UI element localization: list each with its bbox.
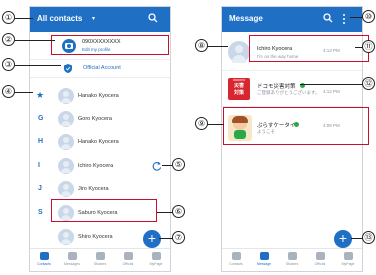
divider bbox=[30, 59, 170, 60]
callout-line bbox=[159, 238, 173, 239]
new-message-button[interactable]: + bbox=[334, 230, 352, 248]
add-contact-button[interactable]: + bbox=[143, 230, 161, 248]
avatar bbox=[58, 229, 74, 245]
nav-contacts[interactable]: Contacts bbox=[222, 252, 250, 266]
callout-line bbox=[15, 40, 55, 41]
callout-line bbox=[206, 46, 228, 47]
nav-official[interactable]: Official bbox=[114, 252, 142, 266]
nav-official[interactable]: Official bbox=[306, 252, 334, 266]
callout-9: ⑨ bbox=[195, 117, 208, 130]
sticker-icon bbox=[287, 252, 297, 260]
nav-stickers[interactable]: Stickers bbox=[86, 252, 114, 266]
callout-line bbox=[157, 212, 173, 213]
more-icon bbox=[151, 252, 161, 260]
contact-name: Hanako Kyocera bbox=[78, 139, 119, 145]
avatar bbox=[58, 88, 74, 104]
thread-preview: ご登録ありがとうございます。 bbox=[257, 90, 320, 95]
contact-row[interactable]: H Hanako Kyocera bbox=[30, 133, 170, 153]
highlight-thread bbox=[249, 35, 369, 62]
contact-name: Goro Kyocera bbox=[78, 116, 112, 122]
thread-name: ドコモ災害対策 bbox=[257, 84, 296, 90]
contact-row[interactable]: I Ichiro Kyocera bbox=[30, 157, 170, 177]
callout-2: ② bbox=[2, 33, 15, 46]
callout-1: ① bbox=[2, 11, 15, 24]
shield-icon bbox=[123, 252, 133, 260]
index-letter: S bbox=[38, 209, 43, 216]
shield-icon bbox=[64, 64, 72, 73]
callout-line bbox=[15, 18, 33, 19]
message-thread[interactable]: docomo 災害 対策 ドコモ災害対策 ご登録ありがとうございます。 4:12… bbox=[222, 72, 362, 106]
search-icon[interactable] bbox=[148, 13, 158, 23]
callout-6: ⑥ bbox=[172, 205, 185, 218]
docomo-disaster-logo: docomo 災害 対策 bbox=[228, 78, 250, 100]
contacts-icon bbox=[231, 252, 241, 260]
avatar bbox=[58, 134, 74, 150]
more-menu-icon[interactable] bbox=[339, 13, 349, 25]
callout-line bbox=[206, 124, 224, 125]
message-title: Message bbox=[229, 14, 263, 23]
contact-name: Shiro Kyocera bbox=[78, 234, 113, 240]
contact-name: Ichiro Kyocera bbox=[78, 163, 114, 169]
highlight-contact bbox=[51, 199, 157, 222]
avatar bbox=[228, 41, 250, 63]
callout-line bbox=[300, 84, 364, 85]
avatar bbox=[58, 111, 74, 127]
callout-5: ⑤ bbox=[172, 158, 185, 171]
contacts-app-bar: All contacts ▾ bbox=[30, 7, 170, 32]
callout-11: ⑪ bbox=[362, 40, 375, 53]
callout-line bbox=[15, 65, 61, 66]
nav-mypage[interactable]: MyPage bbox=[334, 252, 362, 266]
highlight-profile bbox=[51, 35, 169, 55]
more-icon bbox=[343, 252, 353, 260]
avatar bbox=[58, 181, 74, 197]
nav-contacts[interactable]: Contacts bbox=[30, 252, 58, 266]
callout-3: ③ bbox=[2, 58, 15, 71]
callout-13: ⑬ bbox=[362, 231, 375, 244]
nav-mypage[interactable]: MyPage bbox=[142, 252, 170, 266]
callout-4: ④ bbox=[2, 85, 15, 98]
favorite-star-icon: ★ bbox=[36, 90, 45, 100]
official-account-label: Official Account bbox=[83, 65, 121, 71]
sticker-icon bbox=[95, 252, 105, 260]
sync-icon[interactable] bbox=[152, 161, 162, 171]
index-letter: G bbox=[38, 115, 44, 122]
official-account-row[interactable]: Official Account bbox=[30, 61, 170, 75]
message-icon bbox=[67, 252, 77, 260]
nav-message[interactable]: Message bbox=[250, 252, 278, 266]
callout-8: ⑧ bbox=[195, 39, 208, 52]
index-letter: I bbox=[38, 162, 40, 169]
highlight-official-thread bbox=[223, 107, 369, 145]
thread-time: 4:12 PM bbox=[323, 89, 340, 94]
index-letter: H bbox=[38, 138, 44, 145]
avatar bbox=[58, 158, 74, 174]
index-letter: J bbox=[38, 185, 42, 192]
callout-10: ⑩ bbox=[362, 10, 375, 23]
divider bbox=[222, 70, 362, 71]
contacts-icon bbox=[39, 252, 49, 260]
shield-icon bbox=[315, 252, 325, 260]
contact-row[interactable]: J Jiro Kyocera bbox=[30, 180, 170, 200]
chevron-down-icon[interactable]: ▾ bbox=[92, 15, 95, 22]
callout-line bbox=[15, 92, 33, 93]
nav-messages[interactable]: Messages bbox=[58, 252, 86, 266]
contact-name: Hanako Kyocera bbox=[78, 93, 119, 99]
message-icon bbox=[259, 252, 269, 260]
bottom-nav: Contacts Message Stickers Official MyPag… bbox=[222, 248, 362, 271]
contact-row[interactable]: G Goro Kyocera bbox=[30, 110, 170, 130]
callout-line bbox=[162, 165, 172, 166]
callout-7: ⑦ bbox=[172, 231, 185, 244]
bottom-nav: Contacts Messages Stickers Official MyPa… bbox=[30, 248, 170, 271]
divider bbox=[30, 77, 170, 78]
nav-stickers[interactable]: Stickers bbox=[278, 252, 306, 266]
contact-name: Jiro Kyocera bbox=[78, 186, 109, 192]
contact-row[interactable]: ★ Hanako Kyocera bbox=[30, 87, 170, 107]
contacts-filter-title[interactable]: All contacts bbox=[37, 14, 82, 23]
search-icon[interactable] bbox=[323, 13, 333, 23]
callout-12: ⑫ bbox=[362, 77, 375, 90]
message-app-bar: Message bbox=[222, 7, 362, 32]
